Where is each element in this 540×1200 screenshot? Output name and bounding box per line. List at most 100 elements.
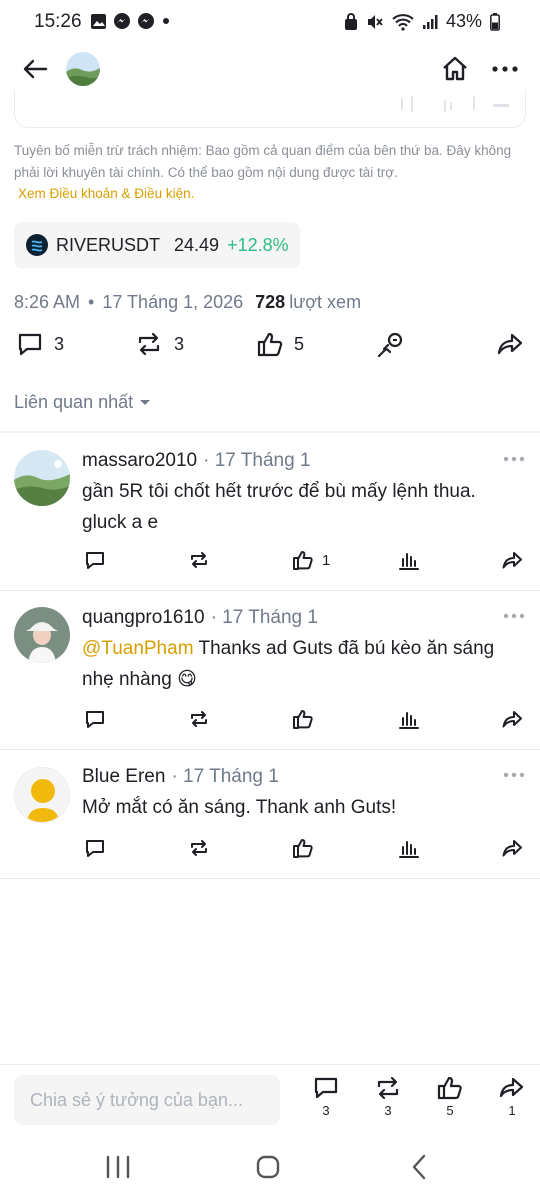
- thumbs-up-icon: [293, 710, 313, 729]
- comment-more-icon[interactable]: [502, 770, 526, 780]
- comment-date: · 17 Tháng 1: [210, 607, 318, 628]
- alarm-lock-icon: [344, 12, 357, 30]
- wifi-icon: [392, 13, 414, 31]
- bottom-like-count: 5: [446, 1103, 454, 1118]
- share-arrow-icon: [502, 711, 522, 728]
- comment-button[interactable]: 3: [16, 330, 64, 358]
- repost-count: 3: [174, 333, 185, 354]
- thumbs-up-icon: [293, 551, 313, 570]
- comment-repost-button[interactable]: [187, 549, 211, 571]
- comment-reply-button[interactable]: [84, 837, 106, 859]
- comment-header: Blue Eren · 17 Tháng 1: [82, 766, 279, 788]
- bottom-comment-button[interactable]: 3: [306, 1075, 346, 1118]
- comment-like-button[interactable]: [292, 708, 314, 730]
- comment-username[interactable]: quangpro1610: [82, 607, 205, 629]
- bottom-comment-count: 3: [322, 1103, 330, 1118]
- mute-icon: [367, 14, 383, 29]
- comment-share-button[interactable]: [502, 708, 524, 730]
- thumbs-up-icon: [293, 839, 313, 858]
- view-label: lượt xem: [289, 292, 362, 312]
- more-options-icon[interactable]: [490, 54, 520, 84]
- comment-share-button[interactable]: [502, 837, 524, 859]
- chart-preview-thumbnail: [401, 96, 509, 112]
- comment-repost-button[interactable]: [187, 708, 211, 730]
- home-icon[interactable]: [440, 54, 470, 84]
- messenger-notification-icon: [114, 13, 130, 29]
- repost-button[interactable]: 3: [134, 330, 184, 358]
- bar-chart-icon: [399, 841, 419, 858]
- commenter-avatar[interactable]: [14, 450, 70, 506]
- recent-apps-icon[interactable]: [103, 1152, 133, 1182]
- comment-stats-button[interactable]: [398, 837, 420, 859]
- comment-icon: [86, 552, 104, 569]
- commenter-avatar[interactable]: [14, 767, 70, 823]
- author-avatar[interactable]: [66, 52, 100, 86]
- status-time: 15:26: [34, 11, 82, 32]
- battery-icon: [490, 12, 500, 31]
- comment-share-button[interactable]: [502, 549, 524, 571]
- ticker-chip[interactable]: RIVERUSDT 24.49 +12.8%: [14, 222, 300, 268]
- comment-like-count: 1: [322, 551, 331, 569]
- share-arrow-icon: [502, 552, 522, 569]
- user-mention[interactable]: @TuanPham: [82, 638, 194, 659]
- tip-button[interactable]: [376, 330, 406, 360]
- caret-down-icon: [140, 399, 151, 405]
- sort-dropdown[interactable]: Liên quan nhất: [14, 392, 151, 413]
- notification-icons: [90, 12, 171, 30]
- comment-more-icon[interactable]: [502, 611, 526, 621]
- gallery-notification-icon: [91, 13, 106, 29]
- comment-text: @TuanPham Thanks ad Guts đã bú kèo ăn sá…: [82, 633, 522, 695]
- messenger-notification-icon-2: [138, 13, 154, 29]
- comment-reply-button[interactable]: [84, 708, 106, 730]
- comment-reply-button[interactable]: [84, 549, 106, 571]
- system-back-icon[interactable]: [405, 1152, 435, 1182]
- ticker-symbol: RIVERUSDT: [56, 234, 161, 255]
- post-time: 8:26 AM: [14, 292, 81, 312]
- comment-item: massaro2010 · 17 Tháng 1 gần 5R tôi chốt…: [0, 432, 540, 590]
- repost-icon: [191, 711, 207, 727]
- repost-icon: [191, 552, 207, 568]
- status-right: 43%: [344, 11, 500, 32]
- comment-header: massaro2010 · 17 Tháng 1: [82, 450, 311, 472]
- comment-stats-button[interactable]: [398, 549, 420, 571]
- comment-count: 3: [54, 333, 65, 354]
- post-meta: 8:26 AM • 17 Tháng 1, 2026 728 lượt xem: [14, 292, 361, 313]
- battery-percent: 43%: [445, 11, 482, 31]
- ticker-change: +12.8%: [227, 234, 289, 255]
- bottom-repost-button[interactable]: 3: [368, 1075, 408, 1118]
- ticker-price: 24.49: [174, 234, 220, 255]
- top-navigation: [0, 44, 540, 92]
- embedded-chart-card[interactable]: [14, 90, 526, 128]
- comment-more-icon[interactable]: [502, 454, 526, 464]
- home-circle-icon[interactable]: [253, 1152, 283, 1182]
- comment-stats-button[interactable]: [398, 708, 420, 730]
- reply-input[interactable]: [14, 1075, 280, 1125]
- disclaimer-text: Tuyên bố miễn trừ trách nhiệm: Bao gồm c…: [14, 143, 512, 180]
- share-button[interactable]: [496, 330, 524, 358]
- post-date: 17 Tháng 1, 2026: [102, 292, 244, 312]
- terms-link[interactable]: Xem Điều khoản & Điều kiện.: [18, 186, 194, 201]
- commenter-avatar[interactable]: [14, 607, 70, 663]
- comment-icon: [86, 711, 104, 728]
- bottom-repost-count: 3: [384, 1103, 392, 1118]
- comment-like-button[interactable]: 1: [292, 549, 330, 571]
- comment-item: Blue Eren · 17 Tháng 1 Mở mắt có ăn sáng…: [0, 750, 540, 878]
- sort-label: Liên quan nhất: [14, 392, 134, 412]
- comment-username[interactable]: massaro2010: [82, 450, 197, 472]
- bottom-like-button[interactable]: 5: [430, 1075, 470, 1118]
- back-arrow-icon[interactable]: [20, 54, 50, 84]
- share-arrow-icon: [499, 1077, 524, 1098]
- comment-text: Mở mắt có ăn sáng. Thank anh Guts!: [82, 797, 397, 818]
- comment-like-button[interactable]: [292, 837, 314, 859]
- like-button[interactable]: 5: [256, 330, 304, 358]
- comment-username[interactable]: Blue Eren: [82, 766, 165, 788]
- bottom-share-button[interactable]: 1: [492, 1075, 532, 1118]
- comment-actions: 1: [0, 549, 540, 575]
- comment-repost-button[interactable]: [187, 837, 211, 859]
- comment-icon: [18, 333, 42, 356]
- share-arrow-icon: [497, 333, 523, 355]
- bar-chart-icon: [399, 712, 419, 729]
- like-count: 5: [294, 333, 305, 354]
- tip-hand-icon: [377, 332, 403, 358]
- comment-date: · 17 Tháng 1: [203, 450, 311, 471]
